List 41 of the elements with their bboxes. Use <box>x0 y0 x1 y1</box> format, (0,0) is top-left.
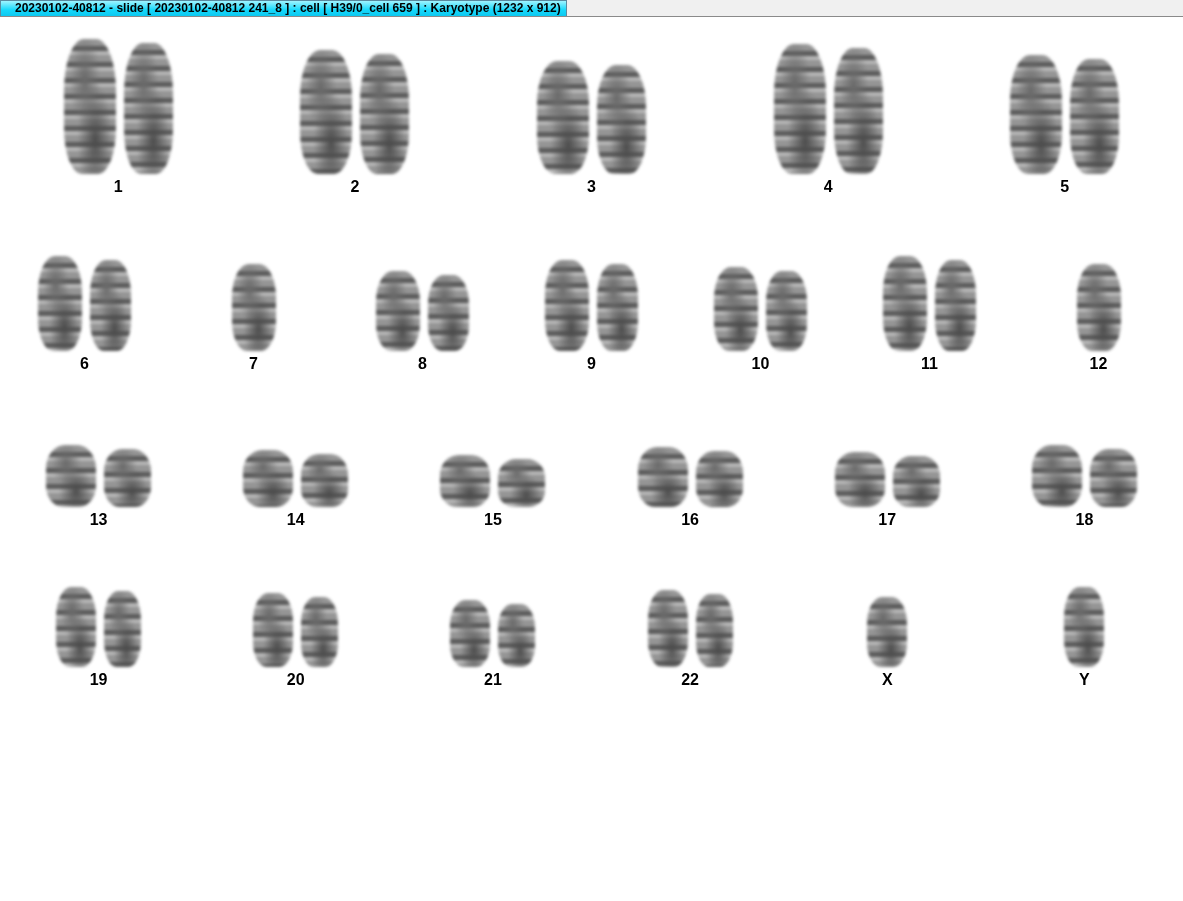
chromosome-label: 19 <box>89 671 108 689</box>
chromosome-image <box>498 459 546 507</box>
chromosome-label: 6 <box>80 355 89 373</box>
chromosome-label: 15 <box>484 511 502 529</box>
chromosome-label: 5 <box>1060 178 1070 196</box>
chromosome-image <box>450 600 491 667</box>
chromosome-label: 3 <box>587 178 596 196</box>
chromosome-image <box>301 454 349 507</box>
chromosome-image <box>46 445 97 507</box>
chromosome-label: 7 <box>249 355 258 373</box>
chromosome-label: 14 <box>286 511 305 529</box>
chromosome-label: X <box>881 671 893 689</box>
chromosome-label: 13 <box>89 511 108 529</box>
chromosome-label: 11 <box>921 355 938 373</box>
chromosome-label: 1 <box>113 178 123 196</box>
chromosome-image <box>892 456 940 507</box>
chromosome-label: 9 <box>587 355 596 373</box>
chromosome-image <box>243 450 294 507</box>
chromosome-label: 8 <box>418 355 427 373</box>
chromosome-label: 17 <box>878 511 897 529</box>
chromosome-label: Y <box>1079 671 1090 689</box>
chromosome-label: 2 <box>350 178 360 196</box>
chromosome-image <box>104 449 152 507</box>
chromosome-label: 16 <box>681 511 699 529</box>
chromosome-label: 22 <box>681 671 699 689</box>
chromosome-label: 4 <box>823 178 833 196</box>
chromosome-image <box>440 455 491 507</box>
chromosome-label: 10 <box>751 355 770 373</box>
chromosome-label: 12 <box>1089 355 1108 373</box>
chromosome-image <box>834 452 885 507</box>
window-title: 20230102-40812 - slide [ 20230102-40812 241_8 ] : cell [ H39/0_cell 659 ] : Karyotype (1232 x 912) <box>0 0 567 16</box>
chromosome-label: 18 <box>1075 511 1094 529</box>
chromosome-image <box>695 451 743 507</box>
chromosome-label: 21 <box>484 671 502 689</box>
chromosome-image <box>301 597 339 667</box>
chromosome-label: 20 <box>286 671 305 689</box>
chromosome-image <box>498 604 536 667</box>
chromosome-image <box>1089 449 1137 507</box>
chromosome-image <box>867 597 908 667</box>
chromosome-image <box>1031 445 1082 507</box>
chromosome-image <box>637 447 688 507</box>
